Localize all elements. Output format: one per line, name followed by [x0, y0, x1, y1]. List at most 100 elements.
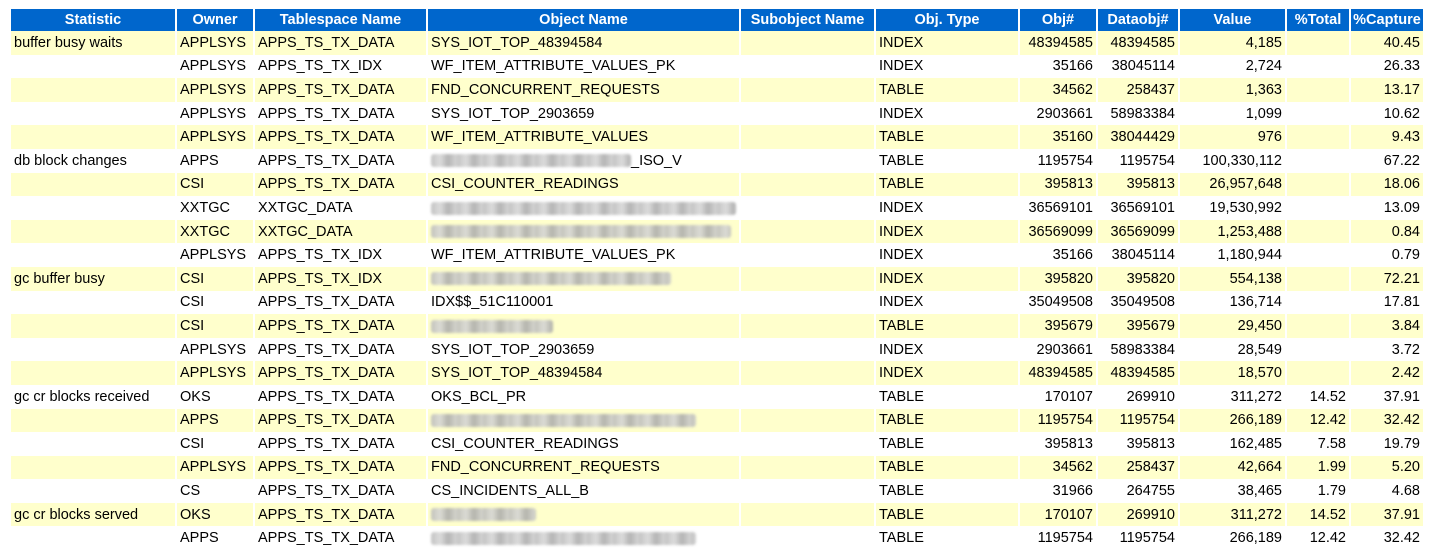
- segment-statistics-table: Statistic Owner Tablespace Name Object N…: [11, 9, 1425, 551]
- cell-obj-type: INDEX: [875, 219, 1020, 244]
- cell-subobject-name: [740, 266, 876, 291]
- table-row: APPLSYS APPS_TS_TX_IDX WF_ITEM_ATTRIBUTE_V…: [11, 243, 1425, 267]
- cell-value: 4,185: [1179, 31, 1287, 55]
- cell-subobject-name: [740, 361, 876, 385]
- cell-tablespace-name: APPS_TS_TX_DATA: [254, 479, 428, 503]
- cell-obj-type: TABLE: [875, 125, 1020, 149]
- cell-dataobj-num: 58983384: [1097, 101, 1180, 126]
- cell-value: 28,549: [1179, 337, 1287, 362]
- cell-owner: APPLSYS: [176, 337, 255, 362]
- cell-pct-capture: 67.22: [1350, 148, 1425, 173]
- cell-value: 100,330,112: [1179, 148, 1287, 173]
- table-row: APPLSYS APPS_TS_TX_DATA FND_CONCURRENT_REQ…: [11, 78, 1425, 102]
- cell-object-name: WF_ITEM_ATTRIBUTE_VALUES: [427, 125, 741, 149]
- cell-dataobj-num: 395679: [1097, 314, 1180, 338]
- table-row: APPS APPS_TS_TX_DATA TABLE 1195754 1195754 26…: [11, 408, 1425, 433]
- cell-owner: APPLSYS: [176, 31, 255, 55]
- cell-subobject-name: [740, 243, 876, 267]
- cell-dataobj-num: 395813: [1097, 432, 1180, 456]
- cell-subobject-name: [740, 337, 876, 362]
- cell-tablespace-name: APPS_TS_TX_DATA: [254, 314, 428, 338]
- cell-owner: APPLSYS: [176, 455, 255, 480]
- cell-subobject-name: [740, 31, 876, 55]
- cell-pct-capture: 5.20: [1350, 455, 1425, 480]
- cell-statistic: [11, 196, 177, 220]
- cell-obj-num: 35166: [1019, 243, 1098, 267]
- cell-subobject-name: [740, 219, 876, 244]
- table-row: APPS APPS_TS_TX_DATA TABLE 1195754 1195754 26…: [11, 526, 1425, 551]
- cell-subobject-name: [740, 384, 876, 409]
- redacted-object-name: [431, 201, 736, 215]
- cell-object-name: [427, 526, 741, 551]
- cell-obj-type: TABLE: [875, 432, 1020, 456]
- cell-tablespace-name: APPS_TS_TX_DATA: [254, 31, 428, 55]
- cell-value: 136,714: [1179, 290, 1287, 315]
- cell-owner: APPS: [176, 148, 255, 173]
- cell-statistic: [11, 172, 177, 197]
- cell-pct-capture: 72.21: [1350, 266, 1425, 291]
- cell-owner: APPS: [176, 408, 255, 433]
- cell-obj-num: 395820: [1019, 266, 1098, 291]
- table-row: gc cr blocks served OKS APPS_TS_TX_DATA TAB…: [11, 502, 1425, 527]
- cell-statistic: [11, 479, 177, 503]
- table-row: APPLSYS APPS_TS_TX_DATA SYS_IOT_TOP_290365…: [11, 337, 1425, 362]
- cell-statistic: db block changes: [11, 148, 177, 173]
- cell-pct-capture: 26.33: [1350, 54, 1425, 79]
- redacted-object-name: [431, 413, 696, 427]
- cell-object-name: IDX$$_51C110001: [427, 290, 741, 315]
- cell-obj-type: INDEX: [875, 196, 1020, 220]
- cell-dataobj-num: 1195754: [1097, 526, 1180, 551]
- cell-pct-total: [1286, 219, 1351, 244]
- cell-owner: CSI: [176, 266, 255, 291]
- cell-tablespace-name: APPS_TS_TX_DATA: [254, 148, 428, 173]
- table-row: APPLSYS APPS_TS_TX_IDX WF_ITEM_ATTRIBUTE_V…: [11, 54, 1425, 79]
- cell-tablespace-name: APPS_TS_TX_DATA: [254, 172, 428, 197]
- cell-statistic: [11, 455, 177, 480]
- cell-pct-capture: 4.68: [1350, 479, 1425, 503]
- cell-owner: APPLSYS: [176, 54, 255, 79]
- cell-subobject-name: [740, 172, 876, 197]
- cell-pct-capture: 0.79: [1350, 243, 1425, 267]
- cell-object-name: FND_CONCURRENT_REQUESTS: [427, 78, 741, 102]
- cell-pct-total: 1.99: [1286, 455, 1351, 480]
- cell-owner: CSI: [176, 172, 255, 197]
- cell-pct-capture: 3.72: [1350, 337, 1425, 362]
- cell-dataobj-num: 269910: [1097, 502, 1180, 527]
- cell-owner: OKS: [176, 502, 255, 527]
- table-row: CSI APPS_TS_TX_DATA TABLE 395679 395679 29,45…: [11, 314, 1425, 338]
- redacted-object-name: [431, 154, 631, 168]
- cell-obj-num: 2903661: [1019, 337, 1098, 362]
- cell-tablespace-name: XXTGC_DATA: [254, 219, 428, 244]
- cell-dataobj-num: 258437: [1097, 455, 1180, 480]
- cell-dataobj-num: 1195754: [1097, 148, 1180, 173]
- cell-obj-num: 35166: [1019, 54, 1098, 79]
- cell-dataobj-num: 395813: [1097, 172, 1180, 197]
- table-body: buffer busy waits APPLSYS APPS_TS_TX_DATA S…: [11, 31, 1425, 551]
- cell-object-name: SYS_IOT_TOP_2903659: [427, 101, 741, 126]
- cell-pct-capture: 32.42: [1350, 408, 1425, 433]
- cell-obj-num: 2903661: [1019, 101, 1098, 126]
- header-subobject-name: Subobject Name: [740, 9, 876, 31]
- table-row: XXTGC XXTGC_DATA INDEX 36569099 36569099 1,25…: [11, 219, 1425, 244]
- cell-pct-total: [1286, 196, 1351, 220]
- cell-obj-type: INDEX: [875, 290, 1020, 315]
- cell-statistic: [11, 78, 177, 102]
- cell-owner: APPLSYS: [176, 361, 255, 385]
- cell-subobject-name: [740, 101, 876, 126]
- cell-obj-num: 34562: [1019, 455, 1098, 480]
- cell-subobject-name: [740, 502, 876, 527]
- cell-obj-type: TABLE: [875, 526, 1020, 551]
- cell-pct-capture: 9.43: [1350, 125, 1425, 149]
- header-pct-capture: %Capture: [1350, 9, 1425, 31]
- cell-value: 266,189: [1179, 408, 1287, 433]
- cell-object-name: [427, 266, 741, 291]
- object-name-suffix: _ISO_V: [631, 152, 682, 169]
- cell-dataobj-num: 1195754: [1097, 408, 1180, 433]
- cell-object-name: SYS_IOT_TOP_48394584: [427, 31, 741, 55]
- cell-dataobj-num: 38045114: [1097, 54, 1180, 79]
- cell-dataobj-num: 264755: [1097, 479, 1180, 503]
- cell-obj-num: 1195754: [1019, 526, 1098, 551]
- cell-statistic: gc buffer busy: [11, 266, 177, 291]
- cell-pct-total: [1286, 101, 1351, 126]
- cell-obj-type: TABLE: [875, 479, 1020, 503]
